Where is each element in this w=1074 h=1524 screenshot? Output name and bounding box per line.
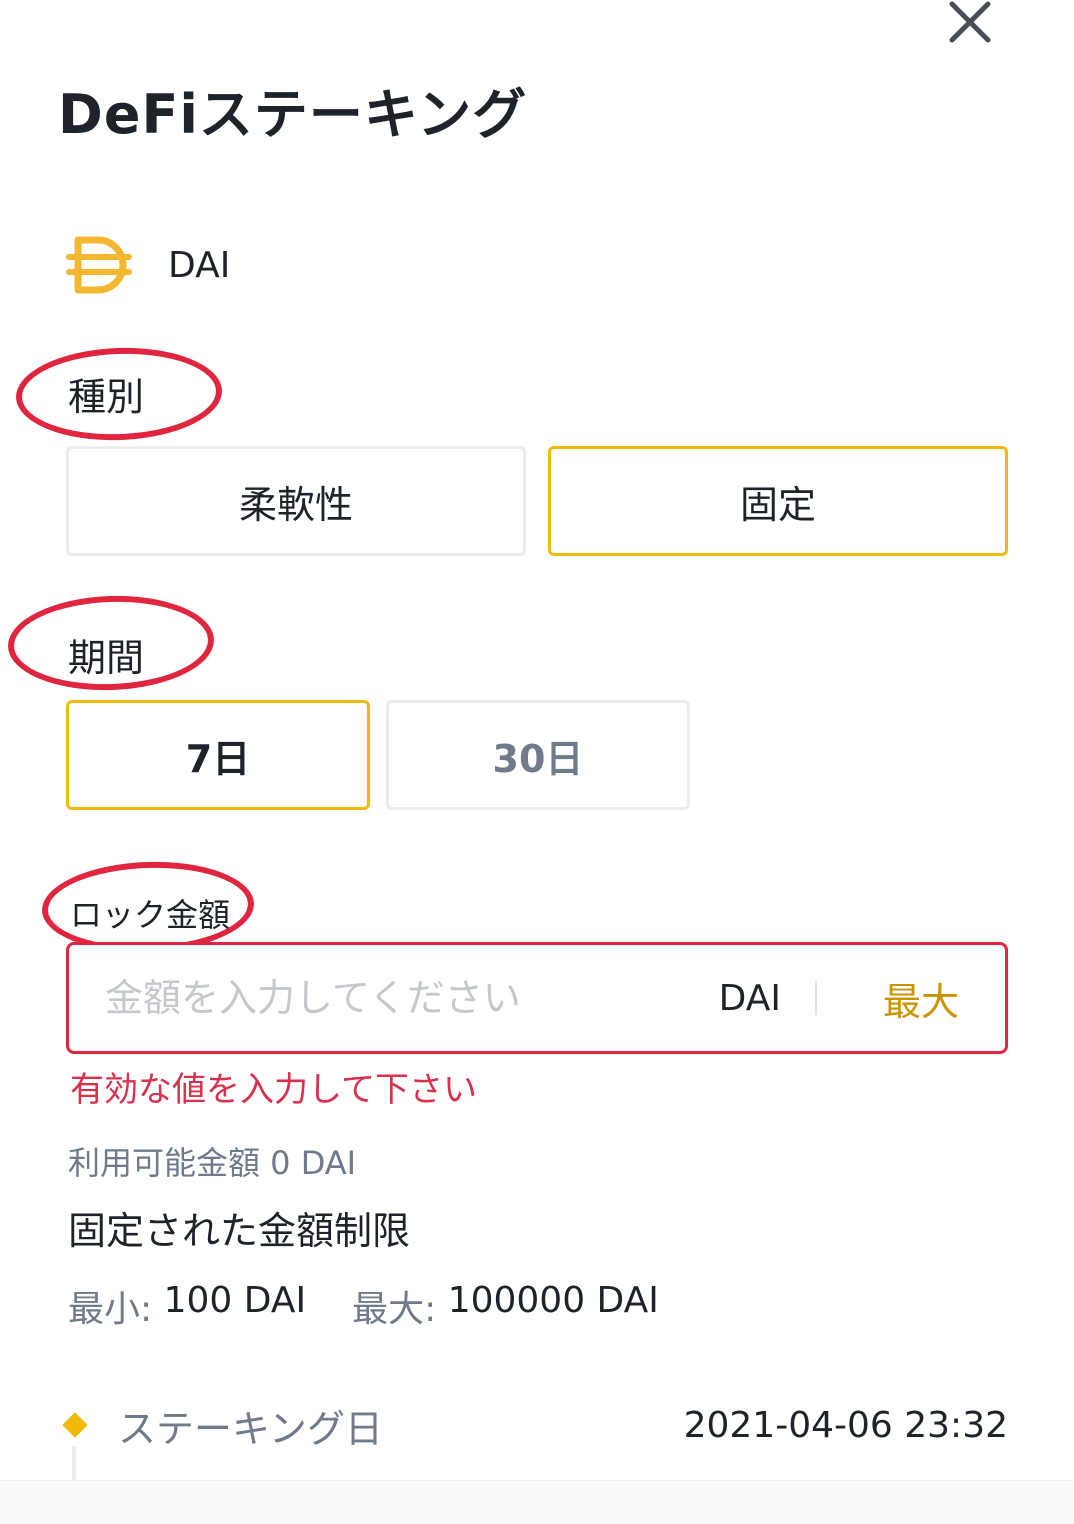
staking-date-label: ステーキング日 [118, 1406, 383, 1451]
available-balance: 利用可能金額 0 DAI [68, 1144, 357, 1182]
period-label: 期間 [68, 636, 145, 680]
page-title: DeFiステーキング [58, 83, 528, 146]
max-button[interactable]: 最大 [883, 971, 959, 1026]
amount-unit: DAI [718, 977, 781, 1019]
amount-error: 有効な値を入力して下さい [70, 1070, 477, 1110]
limit-row: 最小: 100 DAI 最大: 100000 DAI [68, 1280, 659, 1332]
bottom-edge [0, 1480, 1074, 1524]
type-option-flexible[interactable]: 柔軟性 [66, 446, 526, 556]
coin-name: DAI [168, 244, 231, 286]
max-limit-value: 100000 DAI [447, 1280, 659, 1321]
type-option-fixed[interactable]: 固定 [548, 446, 1008, 556]
period-option-7d[interactable]: 7日 [66, 700, 370, 810]
min-limit-value: 100 DAI [163, 1280, 307, 1321]
timeline-line [72, 1446, 76, 1480]
max-limit-label: 最大: [352, 1289, 437, 1330]
amount-input[interactable] [69, 945, 719, 1051]
staking-date-row: ステーキング日 2021-04-06 23:32 [62, 1400, 1008, 1451]
coin-row: DAI [64, 232, 230, 298]
close-icon[interactable] [948, 0, 992, 44]
staking-panel: DeFiステーキング DAI 種別 柔軟性 固定 期間 7日 30日 ロック金額… [0, 0, 1074, 1524]
amount-label: ロック金額 [70, 896, 231, 934]
min-limit-label: 最小: [68, 1289, 153, 1330]
amount-field: DAI 最大 [66, 942, 1008, 1054]
staking-date-value: 2021-04-06 23:32 [683, 1404, 1008, 1446]
amount-divider [814, 981, 817, 1015]
limit-title: 固定された金額制限 [68, 1209, 411, 1253]
dai-icon [66, 236, 132, 294]
timeline-diamond-icon [62, 1412, 88, 1438]
type-label: 種別 [68, 375, 145, 419]
close-button[interactable] [944, 0, 996, 44]
period-option-30d[interactable]: 30日 [386, 700, 690, 810]
